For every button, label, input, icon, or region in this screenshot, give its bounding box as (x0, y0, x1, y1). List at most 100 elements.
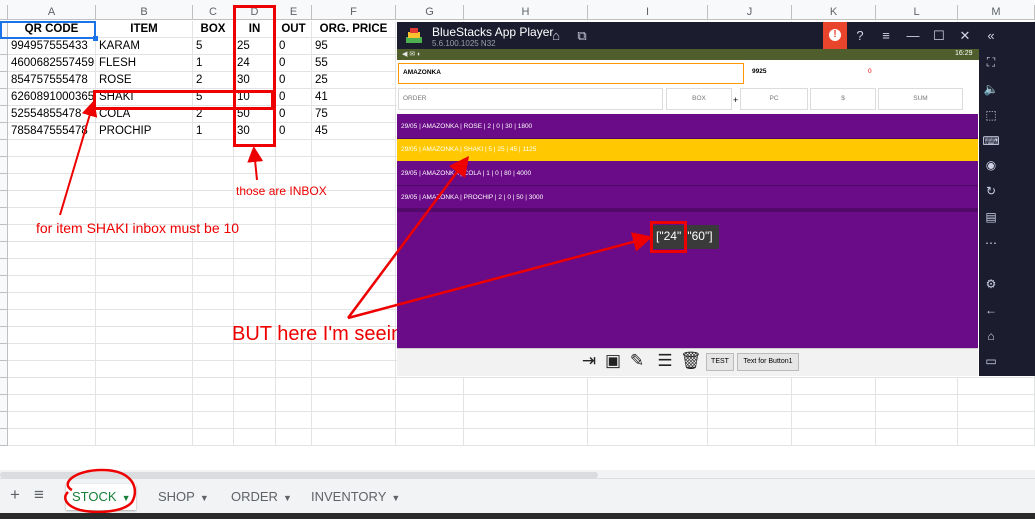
empty-cell[interactable] (312, 259, 396, 276)
list-item[interactable]: 29/05 | AMAZONKA | COLA | 1 | 0 | 80 | 4… (397, 163, 978, 185)
row-header[interactable] (0, 89, 8, 106)
row-header[interactable] (0, 140, 8, 157)
button1[interactable]: Text for Button1 (737, 353, 799, 371)
row-header[interactable] (0, 123, 8, 140)
list-item[interactable]: 29/05 | AMAZONKA | PROCHIP | 2 | 0 | 50 … (397, 187, 978, 209)
table-cell[interactable]: ROSE (96, 72, 193, 89)
empty-cell[interactable] (8, 429, 96, 446)
table-cell[interactable]: 4600682557459 (8, 55, 96, 72)
empty-cell[interactable] (276, 259, 312, 276)
header-cell[interactable]: ORG. PRICE (312, 21, 396, 38)
table-cell[interactable]: 0 (276, 89, 312, 106)
empty-cell[interactable] (792, 378, 876, 395)
fill-handle[interactable] (93, 36, 98, 41)
table-cell[interactable]: 6260891000365 (8, 89, 96, 106)
row-header[interactable] (0, 361, 8, 378)
empty-cell[interactable] (276, 140, 312, 157)
empty-cell[interactable] (276, 395, 312, 412)
empty-cell[interactable] (193, 140, 234, 157)
empty-cell[interactable] (193, 378, 234, 395)
help-icon[interactable]: ? (850, 28, 870, 43)
empty-cell[interactable] (193, 242, 234, 259)
empty-cell[interactable] (8, 259, 96, 276)
column-header-c[interactable]: C (193, 5, 234, 20)
empty-cell[interactable] (96, 395, 193, 412)
empty-cell[interactable] (708, 378, 792, 395)
alert-button[interactable]: ! (823, 22, 847, 49)
empty-cell[interactable] (96, 378, 193, 395)
empty-cell[interactable] (958, 378, 1035, 395)
empty-cell[interactable] (312, 395, 396, 412)
empty-cell[interactable] (958, 429, 1035, 446)
add-sheet-button[interactable]: + (10, 485, 20, 505)
empty-cell[interactable] (276, 276, 312, 293)
empty-cell[interactable] (193, 157, 234, 174)
empty-cell[interactable] (234, 412, 276, 429)
empty-cell[interactable] (464, 429, 588, 446)
list-item[interactable]: 29/05 | AMAZONKA | ROSE | 2 | 0 | 30 | 1… (397, 116, 978, 138)
empty-cell[interactable] (8, 293, 96, 310)
empty-cell[interactable] (708, 395, 792, 412)
empty-cell[interactable] (276, 344, 312, 361)
install-apk-icon[interactable]: ▤ (980, 210, 1002, 224)
empty-cell[interactable] (312, 276, 396, 293)
table-cell[interactable]: 75 (312, 106, 396, 123)
empty-cell[interactable] (234, 344, 276, 361)
table-cell[interactable]: 55 (312, 55, 396, 72)
empty-cell[interactable] (588, 412, 708, 429)
android-home-icon[interactable]: ⌂ (980, 329, 1002, 343)
empty-cell[interactable] (8, 140, 96, 157)
list-icon[interactable]: ☰ (655, 350, 675, 372)
column-header-l[interactable]: L (876, 5, 958, 20)
list-item-selected[interactable]: 29/05 | AMAZONKA | SHAKI | 5 | 25 | 45 |… (397, 139, 978, 161)
empty-cell[interactable] (96, 242, 193, 259)
empty-cell[interactable] (276, 208, 312, 225)
empty-cell[interactable] (96, 344, 193, 361)
home-icon[interactable]: ⌂ (546, 28, 566, 43)
empty-cell[interactable] (958, 412, 1035, 429)
empty-cell[interactable] (8, 242, 96, 259)
column-header-a[interactable]: A (8, 5, 96, 20)
table-cell[interactable]: 0 (276, 55, 312, 72)
empty-cell[interactable] (276, 361, 312, 378)
empty-cell[interactable] (8, 344, 96, 361)
table-cell[interactable]: 95 (312, 38, 396, 55)
empty-cell[interactable] (96, 293, 193, 310)
empty-cell[interactable] (193, 344, 234, 361)
empty-cell[interactable] (312, 208, 396, 225)
empty-cell[interactable] (588, 429, 708, 446)
empty-cell[interactable] (96, 276, 193, 293)
tab-inventory[interactable]: INVENTORY ▼ (305, 484, 406, 510)
row-header[interactable] (0, 191, 8, 208)
empty-cell[interactable] (234, 378, 276, 395)
table-cell[interactable]: 0 (276, 72, 312, 89)
empty-cell[interactable] (193, 259, 234, 276)
empty-cell[interactable] (396, 378, 464, 395)
edit-list-icon[interactable]: ✎ (627, 350, 647, 372)
row-header[interactable] (0, 242, 8, 259)
table-cell[interactable]: 785847555478 (8, 123, 96, 140)
box-input[interactable]: BOX (666, 88, 732, 110)
empty-cell[interactable] (312, 378, 396, 395)
empty-cell[interactable] (96, 174, 193, 191)
empty-cell[interactable] (312, 361, 396, 378)
empty-cell[interactable] (8, 327, 96, 344)
table-cell[interactable]: 45 (312, 123, 396, 140)
pc-input[interactable]: PC (740, 88, 808, 110)
empty-cell[interactable] (464, 395, 588, 412)
empty-cell[interactable] (96, 429, 193, 446)
empty-cell[interactable] (276, 378, 312, 395)
export-icon[interactable]: ⇥ (579, 350, 599, 372)
row-header[interactable] (0, 395, 8, 412)
keyboard-icon[interactable]: ⌨ (980, 134, 1002, 148)
empty-cell[interactable] (193, 293, 234, 310)
row-header[interactable] (0, 310, 8, 327)
settings-icon[interactable]: ⚙ (980, 277, 1002, 291)
empty-cell[interactable] (312, 157, 396, 174)
empty-cell[interactable] (464, 412, 588, 429)
empty-cell[interactable] (234, 208, 276, 225)
test-button[interactable]: TEST (706, 353, 734, 371)
table-cell[interactable]: 0 (276, 38, 312, 55)
sum-input[interactable]: SUM (878, 88, 963, 110)
empty-cell[interactable] (96, 310, 193, 327)
